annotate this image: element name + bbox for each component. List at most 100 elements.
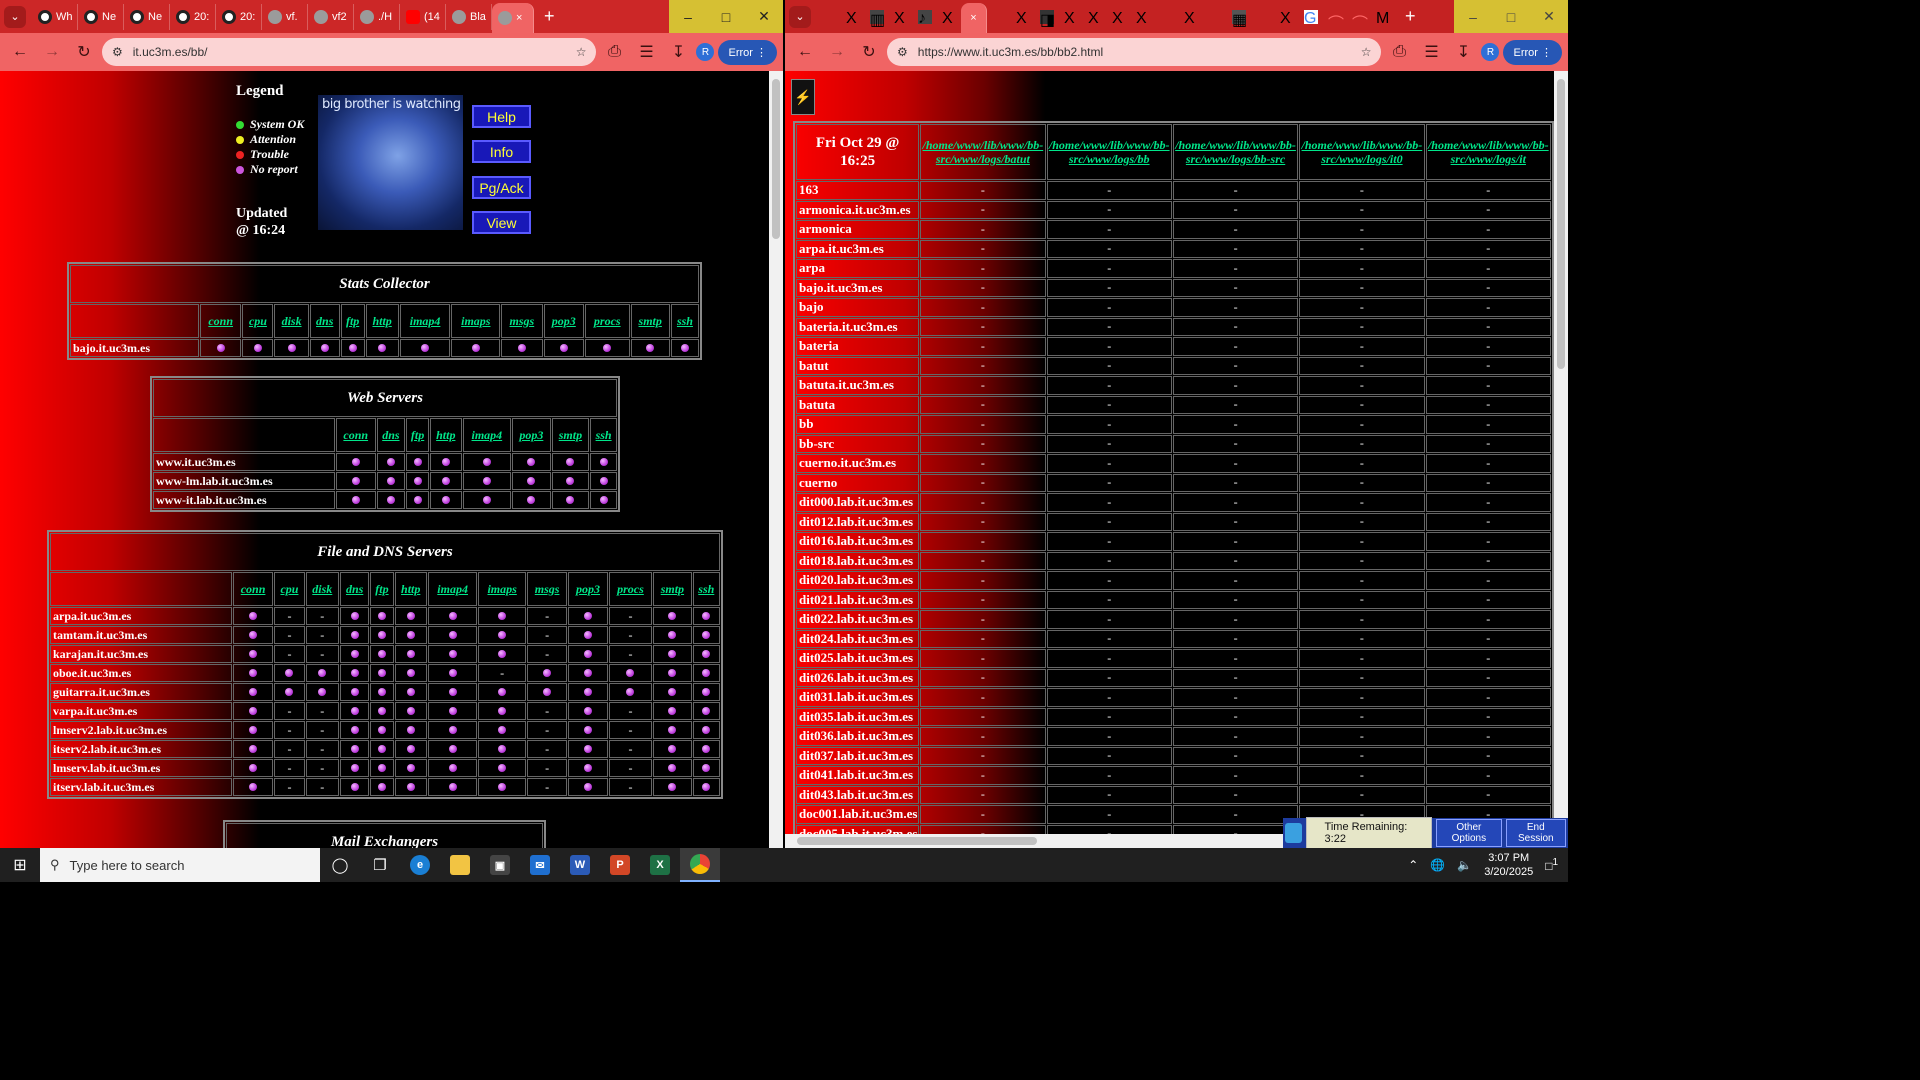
tab-item[interactable]: 20:: [216, 3, 262, 30]
column-link-ssh[interactable]: ssh: [692, 572, 720, 606]
status-cell[interactable]: [692, 683, 720, 701]
status-cell[interactable]: [653, 645, 692, 663]
tab-active[interactable]: ×: [492, 3, 534, 33]
no-report-dot-icon[interactable]: [406, 763, 415, 772]
no-report-dot-icon[interactable]: [448, 687, 457, 696]
status-cell[interactable]: [590, 472, 617, 490]
no-report-dot-icon[interactable]: [599, 457, 608, 466]
cortana-icon[interactable]: ◯: [320, 848, 360, 882]
status-cell[interactable]: [406, 453, 429, 471]
status-cell[interactable]: [692, 626, 720, 644]
no-report-dot-icon[interactable]: [249, 668, 258, 677]
no-report-dot-icon[interactable]: [668, 744, 677, 753]
end-session-button[interactable]: End Session: [1505, 819, 1566, 847]
status-cell[interactable]: [653, 759, 692, 777]
status-cell[interactable]: [608, 683, 653, 701]
column-link-ssh[interactable]: ssh: [590, 418, 617, 452]
column-link-http[interactable]: http: [365, 304, 399, 338]
media-controls-icon[interactable]: ☰: [632, 38, 660, 66]
maximize-button[interactable]: □: [1492, 0, 1530, 33]
no-report-dot-icon[interactable]: [249, 744, 258, 753]
status-cell[interactable]: [692, 740, 720, 758]
no-report-dot-icon[interactable]: [566, 495, 575, 504]
status-cell[interactable]: [429, 453, 462, 471]
x-icon[interactable]: X: [1184, 10, 1198, 27]
status-cell[interactable]: [370, 778, 394, 796]
no-report-dot-icon[interactable]: [406, 630, 415, 639]
no-report-dot-icon[interactable]: [448, 744, 457, 753]
no-report-dot-icon[interactable]: [350, 611, 359, 620]
status-cell[interactable]: [339, 740, 370, 758]
status-cell[interactable]: [568, 702, 608, 720]
vertical-scrollbar[interactable]: [1554, 71, 1568, 848]
taskbar-search[interactable]: ⚲ Type here to search: [40, 848, 320, 882]
status-cell[interactable]: [478, 721, 526, 739]
no-report-dot-icon[interactable]: [498, 611, 507, 620]
status-cell[interactable]: [427, 778, 478, 796]
scrollbar-thumb[interactable]: [1557, 79, 1565, 369]
no-report-dot-icon[interactable]: [285, 668, 294, 677]
status-cell[interactable]: [339, 721, 370, 739]
tab-item[interactable]: Bla: [446, 3, 492, 30]
status-cell[interactable]: [394, 778, 427, 796]
wave-icon[interactable]: ⌒: [1352, 10, 1368, 33]
no-report-dot-icon[interactable]: [320, 343, 329, 352]
no-report-dot-icon[interactable]: [482, 476, 491, 485]
no-report-dot-icon[interactable]: [406, 744, 415, 753]
no-report-dot-icon[interactable]: [668, 763, 677, 772]
status-cell[interactable]: [568, 721, 608, 739]
status-cell[interactable]: [526, 683, 568, 701]
status-cell[interactable]: [630, 339, 670, 357]
no-report-dot-icon[interactable]: [702, 763, 711, 772]
status-cell[interactable]: [394, 683, 427, 701]
no-report-dot-icon[interactable]: [350, 763, 359, 772]
github-icon[interactable]: [1256, 10, 1270, 24]
profile-avatar[interactable]: R: [1481, 43, 1500, 61]
no-report-dot-icon[interactable]: [498, 725, 507, 734]
no-report-dot-icon[interactable]: [584, 744, 593, 753]
tab-item[interactable]: Ne: [124, 3, 170, 30]
status-cell[interactable]: [653, 740, 692, 758]
youtube-icon[interactable]: [822, 10, 836, 24]
no-report-dot-icon[interactable]: [406, 687, 415, 696]
extensions-icon[interactable]: ⎙: [600, 38, 628, 66]
status-cell[interactable]: [427, 664, 478, 682]
reload-button[interactable]: ↻: [855, 38, 883, 66]
no-report-dot-icon[interactable]: [377, 763, 386, 772]
site-info-icon[interactable]: ⚙: [897, 45, 908, 59]
no-report-dot-icon[interactable]: [386, 457, 395, 466]
column-link-pop3[interactable]: pop3: [512, 418, 551, 452]
status-cell[interactable]: [478, 607, 526, 625]
status-cell[interactable]: [478, 626, 526, 644]
status-cell[interactable]: [274, 339, 309, 357]
no-report-dot-icon[interactable]: [702, 725, 711, 734]
status-cell[interactable]: [692, 664, 720, 682]
status-cell[interactable]: [394, 721, 427, 739]
no-report-dot-icon[interactable]: [249, 782, 258, 791]
no-report-dot-icon[interactable]: [668, 725, 677, 734]
no-report-dot-icon[interactable]: [702, 687, 711, 696]
no-report-dot-icon[interactable]: [559, 343, 568, 352]
status-cell[interactable]: [232, 645, 274, 663]
forward-button[interactable]: →: [38, 38, 66, 66]
word-icon[interactable]: W: [560, 848, 600, 882]
status-cell[interactable]: [232, 778, 274, 796]
chrome-icon[interactable]: [680, 848, 720, 882]
no-report-dot-icon[interactable]: [350, 706, 359, 715]
no-report-dot-icon[interactable]: [249, 763, 258, 772]
wave-icon[interactable]: ⌒: [1328, 10, 1344, 33]
other-options-button[interactable]: Other Options: [1436, 819, 1502, 847]
status-cell[interactable]: [608, 664, 653, 682]
column-link-dns[interactable]: dns: [309, 304, 340, 338]
status-cell[interactable]: [692, 759, 720, 777]
column-link-ftp[interactable]: ftp: [406, 418, 429, 452]
chevron-up-icon[interactable]: ⌃: [1408, 858, 1418, 872]
address-bar[interactable]: ⚙ it.uc3m.es/bb/ ☆: [102, 38, 597, 66]
globe-icon[interactable]: [1208, 10, 1222, 24]
tab-active[interactable]: ×: [961, 3, 987, 33]
no-report-dot-icon[interactable]: [216, 343, 225, 352]
column-link-http[interactable]: http: [429, 418, 462, 452]
google-icon[interactable]: G: [1304, 9, 1318, 27]
tab-item[interactable]: vf2: [308, 3, 354, 30]
status-cell[interactable]: [427, 721, 478, 739]
